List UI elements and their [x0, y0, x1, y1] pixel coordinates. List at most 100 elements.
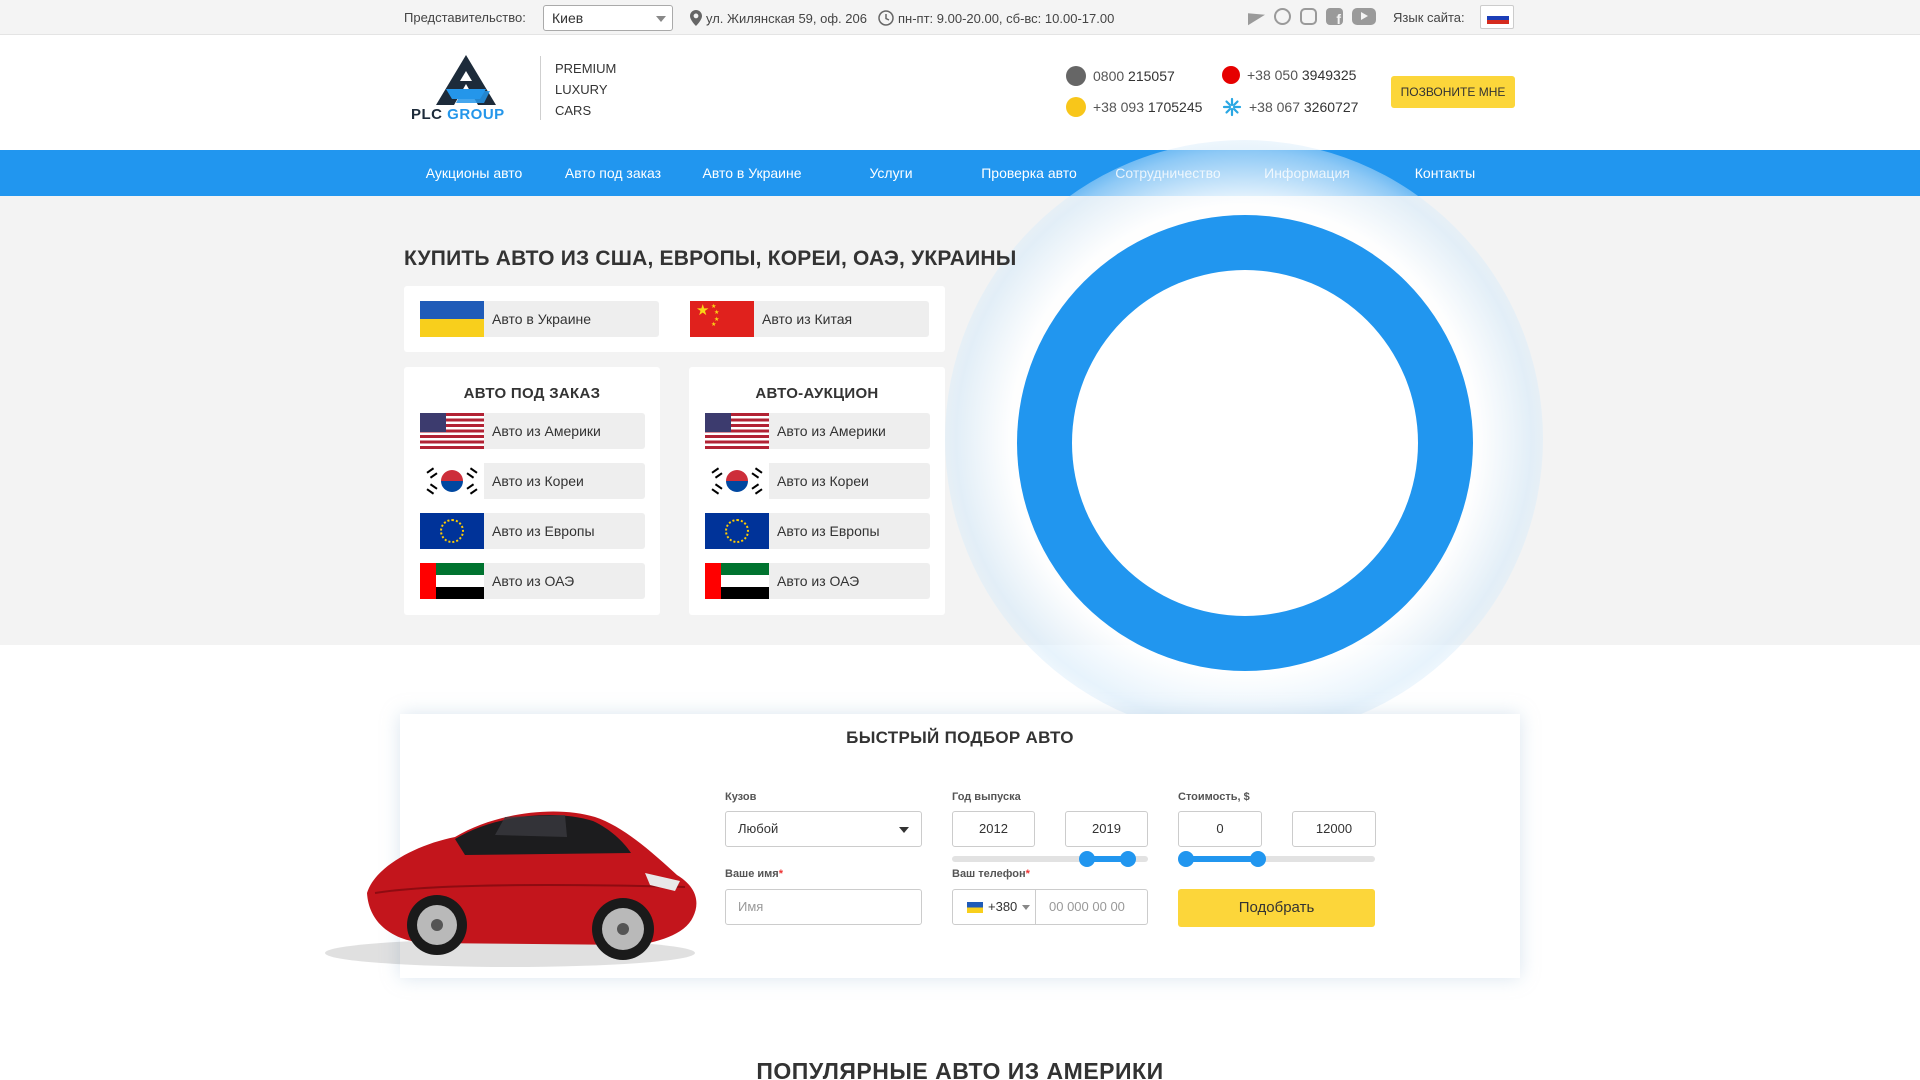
auction-link-europe[interactable]: Авто из Европы [705, 513, 930, 549]
year-label: Год выпуска [952, 791, 1021, 803]
nav-item-ukraine[interactable]: Авто в Украине [682, 150, 822, 196]
logo-word-group: GROUP [447, 106, 505, 123]
order-link-usa[interactable]: Авто из Америки [420, 413, 645, 449]
year-range-slider[interactable] [952, 851, 1148, 867]
phone-line-3[interactable]: +38 093 1705245 [1066, 97, 1202, 117]
order-link-uae[interactable]: Авто из ОАЭ [420, 563, 645, 599]
phone-line-2[interactable]: +38 050 3949325 [1222, 66, 1356, 84]
link-label: Авто из Америки [777, 423, 886, 439]
price-to-input[interactable]: 12000 [1292, 811, 1376, 847]
phone-prefix: 0800 [1093, 68, 1129, 84]
hero-title: КУПИТЬ АВТО ИЗ США, ЕВРОПЫ, КОРЕИ, ОАЭ, … [404, 247, 1017, 270]
year-to-input[interactable]: 2019 [1065, 811, 1148, 847]
flag-usa-icon [705, 413, 769, 449]
find-car-button[interactable]: Подобрать [1178, 889, 1375, 927]
link-auto-china[interactable]: ★ ★ ★ ★ ★ Авто из Китая [690, 301, 929, 337]
link-label: Авто из Европы [492, 523, 595, 539]
phone-number: 3260727 [1303, 99, 1359, 115]
phone-number: 3949325 [1301, 67, 1357, 83]
youtube-icon[interactable] [1352, 8, 1376, 25]
tagline-line: PREMIUM [555, 61, 617, 76]
office-select-value: Киев [552, 10, 584, 26]
caret-down-icon [1022, 904, 1031, 910]
link-label: Авто из Америки [492, 423, 601, 439]
chevron-down-icon [656, 16, 666, 22]
flag-korea-icon [705, 463, 769, 499]
price-range-slider[interactable] [1178, 851, 1375, 867]
vodafone-icon [1222, 66, 1240, 84]
telegram-icon[interactable] [1248, 8, 1265, 25]
link-auto-ukraine[interactable]: Авто в Украине [420, 301, 659, 337]
top-links-card: Авто в Украине ★ ★ ★ ★ ★ Авто из Китая [404, 286, 945, 352]
phone-label: Ваш телефон* [952, 868, 1030, 880]
phone-number-input[interactable]: 00 000 00 00 [1049, 890, 1125, 924]
flag-uae-icon [420, 563, 484, 599]
year-max-handle[interactable] [1120, 851, 1136, 867]
nav-item-order[interactable]: Авто под заказ [543, 150, 683, 196]
required-mark: * [1025, 868, 1030, 880]
nav-item-auctions[interactable]: Аукционы авто [404, 150, 544, 196]
office-select[interactable]: Киев [543, 5, 673, 31]
top-bar: Представительство: Киев ул. Жилянская 59… [0, 0, 1920, 35]
flag-uae-icon [705, 563, 769, 599]
popular-section-title: ПОПУЛЯРНЫЕ АВТО ИЗ АМЕРИКИ [756, 1058, 1164, 1080]
name-label: Ваше имя* [725, 868, 783, 880]
caret-down-icon [899, 827, 909, 833]
tagline-line: LUXURY [555, 82, 608, 97]
call-me-button[interactable]: ПОЗВОНИТЕ МНЕ [1391, 76, 1515, 108]
logo-divider [540, 56, 541, 120]
phone-prefix: +38 050 [1247, 67, 1302, 83]
instagram-icon[interactable] [1300, 8, 1317, 25]
price-from-input[interactable]: 0 [1178, 811, 1262, 847]
country-code-select[interactable]: +380 [953, 890, 1036, 924]
hero-ring-inner [1072, 270, 1418, 616]
flag-ukraine-icon [967, 901, 983, 913]
viber-icon[interactable] [1274, 8, 1291, 25]
phone-number: 215057 [1128, 68, 1175, 84]
order-card-title: АВТО ПОД ЗАКАЗ [463, 385, 601, 402]
hours-text: пн-пт: 9.00-20.00, сб-вс: 10.00-17.00 [898, 10, 1115, 26]
facebook-icon[interactable] [1326, 8, 1343, 27]
auction-link-usa[interactable]: Авто из Америки [705, 413, 930, 449]
price-max-handle[interactable] [1250, 851, 1266, 867]
office-label: Представительство: [404, 10, 526, 25]
name-input[interactable]: Имя [725, 889, 922, 925]
phone-line-4[interactable]: +38 067 3260727 [1222, 97, 1358, 117]
auction-card: АВТО-АУКЦИОН Авто из Америки Авто из Кор… [689, 367, 945, 615]
social-links [1248, 8, 1376, 27]
body-type-select[interactable]: Любой [725, 811, 922, 847]
tagline-line: CARS [555, 103, 592, 118]
year-min-handle[interactable] [1079, 851, 1095, 867]
auction-card-title: АВТО-АУКЦИОН [755, 385, 879, 402]
link-label: Авто из ОАЭ [492, 573, 575, 589]
quick-select-title: БЫСТРЫЙ ПОДБОР АВТО [846, 728, 1074, 747]
price-label: Стоимость, $ [1178, 791, 1250, 803]
price-min-handle[interactable] [1178, 851, 1194, 867]
nav-item-services[interactable]: Услуги [821, 150, 961, 196]
logo-text: PLC GROUP [411, 106, 505, 123]
auction-link-korea[interactable]: Авто из Кореи [705, 463, 930, 499]
link-label: Авто из Китая [762, 311, 853, 327]
language-switcher[interactable] [1480, 5, 1514, 29]
order-link-korea[interactable]: Авто из Кореи [420, 463, 645, 499]
main-nav: Аукционы авто Авто под заказ Авто в Укра… [0, 150, 1920, 196]
language-label: Язык сайта: [1393, 10, 1465, 25]
body-type-label: Кузов [725, 791, 757, 803]
logo-word-plc: PLC [411, 106, 448, 123]
phone-input-group: +380 00 000 00 00 [952, 889, 1148, 925]
year-from-input[interactable]: 2012 [952, 811, 1035, 847]
tagline: PREMIUM LUXURY CARS [555, 58, 616, 121]
flag-ukraine-icon [420, 301, 484, 337]
order-link-europe[interactable]: Авто из Европы [420, 513, 645, 549]
required-mark: * [778, 868, 784, 880]
link-label: Авто из Кореи [492, 473, 584, 489]
phone-line-1[interactable]: 0800 215057 [1066, 66, 1175, 86]
location-pin-icon [690, 10, 702, 26]
flag-eu-icon [705, 513, 769, 549]
auction-link-uae[interactable]: Авто из ОАЭ [705, 563, 930, 599]
address-text: ул. Жилянская 59, оф. 206 [706, 10, 867, 26]
body-type-value: Любой [738, 821, 779, 836]
car-image [325, 811, 697, 967]
phone-number: 1705245 [1147, 99, 1203, 115]
kyivstar-icon [1222, 97, 1242, 117]
